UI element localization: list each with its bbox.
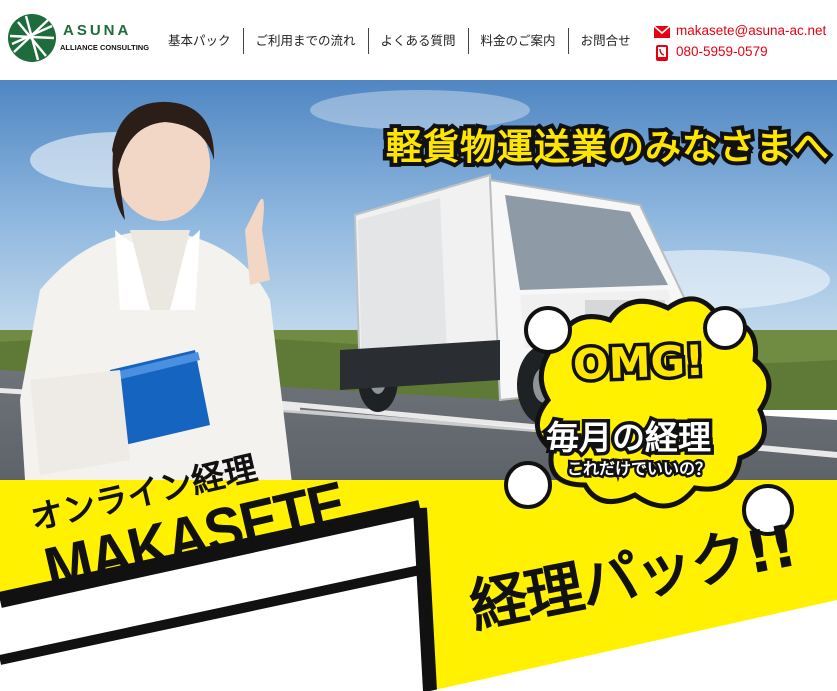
nav-item-flow[interactable]: ご利用までの流れ	[242, 28, 368, 54]
site-logo[interactable]: ASUNA ALLIANCE CONSULTING	[8, 14, 150, 64]
logo-globe-icon	[8, 14, 56, 62]
contact-info: makasete@asuna-ac.net 080-5959-0579	[653, 20, 834, 62]
phone-row[interactable]: 080-5959-0579	[654, 41, 834, 62]
nav-item-faq[interactable]: よくある質問	[367, 28, 468, 54]
logo-name: ASUNA	[63, 22, 132, 39]
nav-item-basic-pack[interactable]: 基本パック	[156, 28, 243, 54]
hero-illustration	[0, 80, 837, 691]
hero-headline: 軽貨物運送業のみなさまへ	[382, 123, 833, 172]
bubble-main-text: 毎月の経理	[543, 415, 715, 461]
bubble-sub-text: これだけでいいの？	[564, 457, 713, 481]
omg-text: OMG!	[569, 332, 709, 393]
nav-item-pricing[interactable]: 料金のご案内	[467, 28, 568, 54]
site-header: ASUNA ALLIANCE CONSULTING 基本パック ご利用までの流れ…	[0, 0, 837, 80]
phone-icon	[654, 44, 670, 61]
logo-subtitle: ALLIANCE CONSULTING	[60, 43, 150, 52]
email-link[interactable]: makasete@asuna-ac.net	[676, 23, 826, 38]
main-nav: 基本パック ご利用までの流れ よくある質問 料金のご案内 お問合せ	[156, 28, 643, 54]
mail-icon	[653, 24, 671, 38]
phone-link[interactable]: 080-5959-0579	[676, 44, 768, 59]
nav-item-contact[interactable]: お問合せ	[567, 28, 643, 54]
hero-banner: 軽貨物運送業のみなさまへ OMG! 毎月の経理 これだけでいいの？ オンライン経…	[0, 80, 837, 691]
email-row[interactable]: makasete@asuna-ac.net	[653, 20, 834, 41]
